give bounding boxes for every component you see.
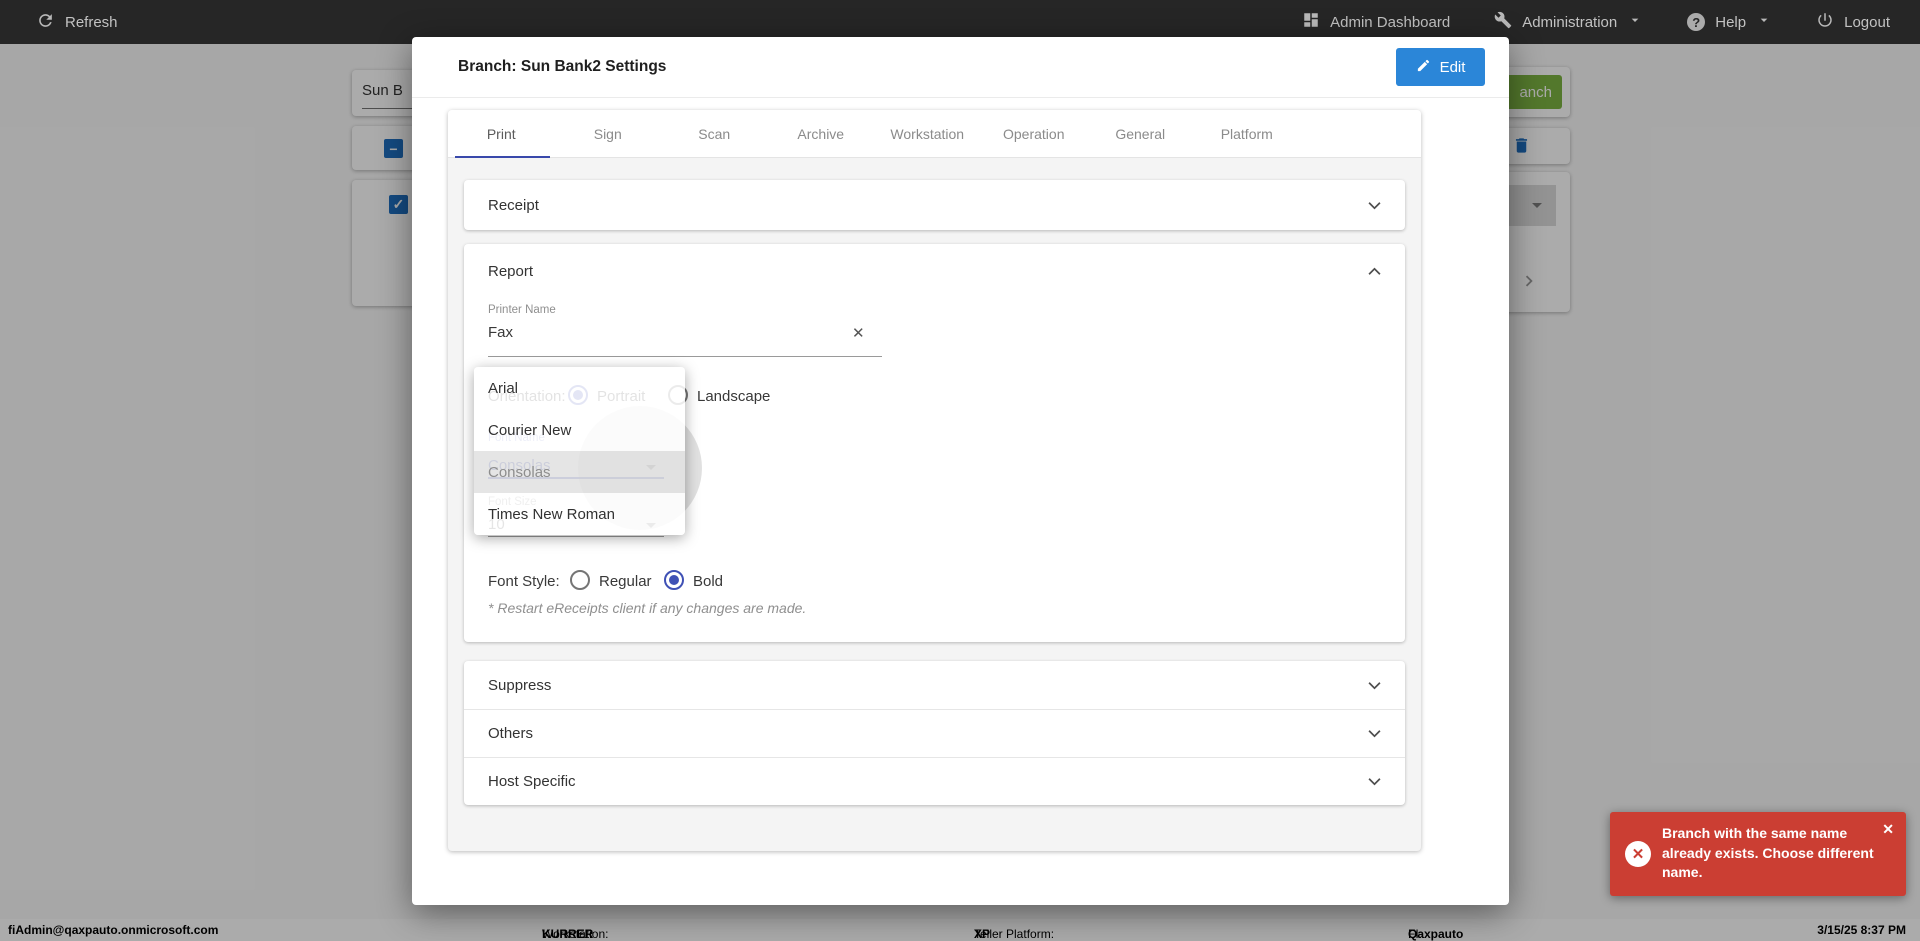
help-icon: ? — [1687, 13, 1705, 31]
suppress-accordion-header[interactable]: Suppress — [464, 661, 1405, 709]
select-underline — [488, 536, 664, 537]
toast-message: Branch with the same name already exists… — [1662, 824, 1876, 883]
chevron-down-icon — [1756, 12, 1772, 32]
error-toast: ✕ Branch with the same name already exis… — [1610, 812, 1906, 896]
accordion-group: Suppress Others Host Specific — [464, 661, 1405, 805]
administration-menu[interactable]: Administration — [1494, 11, 1643, 33]
help-menu[interactable]: ? Help — [1687, 12, 1772, 32]
option-arial[interactable]: Arial — [474, 367, 685, 409]
report-accordion-header[interactable]: Report — [464, 244, 1405, 298]
error-icon: ✕ — [1625, 841, 1651, 867]
pencil-icon — [1416, 58, 1431, 77]
report-title: Report — [488, 263, 533, 280]
admin-dashboard-link[interactable]: Admin Dashboard — [1302, 11, 1450, 33]
chevron-down-icon — [1368, 729, 1381, 738]
tab-sign[interactable]: Sign — [555, 110, 662, 157]
tab-platform[interactable]: Platform — [1194, 110, 1301, 157]
edit-button-label: Edit — [1440, 59, 1466, 76]
tab-scan[interactable]: Scan — [661, 110, 768, 157]
receipt-title: Receipt — [488, 197, 539, 214]
dashboard-icon — [1302, 11, 1320, 33]
clear-icon[interactable]: ✕ — [852, 324, 865, 342]
active-tab-indicator — [455, 156, 550, 158]
admin-dashboard-label: Admin Dashboard — [1330, 14, 1450, 31]
logout-label: Logout — [1844, 14, 1890, 31]
option-consolas[interactable]: Consolas — [474, 451, 685, 493]
others-accordion-header[interactable]: Others — [464, 709, 1405, 757]
wrench-icon — [1494, 11, 1512, 33]
input-underline — [488, 356, 882, 357]
help-label: Help — [1715, 14, 1746, 31]
others-title: Others — [488, 725, 533, 742]
refresh-button[interactable]: Refresh — [36, 11, 118, 34]
option-courier-new[interactable]: Courier New — [474, 409, 685, 451]
close-icon[interactable]: ✕ — [1882, 821, 1894, 838]
tab-print[interactable]: Print — [448, 110, 555, 157]
font-style-label: Font Style: — [488, 573, 560, 590]
printer-name-input[interactable]: Fax — [488, 324, 513, 341]
receipt-panel: Receipt — [464, 180, 1405, 230]
regular-radio[interactable] — [570, 570, 590, 590]
tab-general[interactable]: General — [1087, 110, 1194, 157]
regular-label: Regular — [599, 573, 652, 590]
receipt-accordion-header[interactable]: Receipt — [464, 180, 1405, 230]
refresh-label: Refresh — [65, 14, 118, 31]
bold-label: Bold — [693, 573, 723, 590]
edit-button[interactable]: Edit — [1396, 48, 1485, 86]
settings-tabs: Print Sign Scan Archive Workstation Oper… — [448, 110, 1421, 158]
chevron-down-icon — [1368, 201, 1381, 210]
restart-note: * Restart eReceipts client if any change… — [488, 600, 806, 616]
power-icon — [1816, 11, 1834, 33]
administration-label: Administration — [1522, 14, 1617, 31]
modal-title-bar: Branch: Sun Bank2 Settings Edit — [412, 37, 1509, 98]
host-specific-accordion-header[interactable]: Host Specific — [464, 757, 1405, 805]
tab-archive[interactable]: Archive — [768, 110, 875, 157]
host-specific-title: Host Specific — [488, 773, 576, 790]
modal-title: Branch: Sun Bank2 Settings — [458, 58, 666, 76]
landscape-label: Landscape — [697, 388, 770, 405]
chevron-down-icon — [1368, 681, 1381, 690]
chevron-up-icon — [1368, 267, 1381, 276]
chevron-down-icon — [1368, 777, 1381, 786]
tab-workstation[interactable]: Workstation — [874, 110, 981, 157]
suppress-title: Suppress — [488, 677, 551, 694]
logout-button[interactable]: Logout — [1816, 11, 1890, 33]
tab-operation[interactable]: Operation — [981, 110, 1088, 157]
font-name-dropdown: Arial Courier New Consolas Times New Rom… — [474, 367, 685, 535]
printer-name-label: Printer Name — [488, 304, 556, 316]
chevron-down-icon — [1627, 12, 1643, 32]
bold-radio[interactable] — [664, 570, 684, 590]
option-times-new-roman[interactable]: Times New Roman — [474, 493, 685, 535]
refresh-icon — [36, 11, 55, 34]
